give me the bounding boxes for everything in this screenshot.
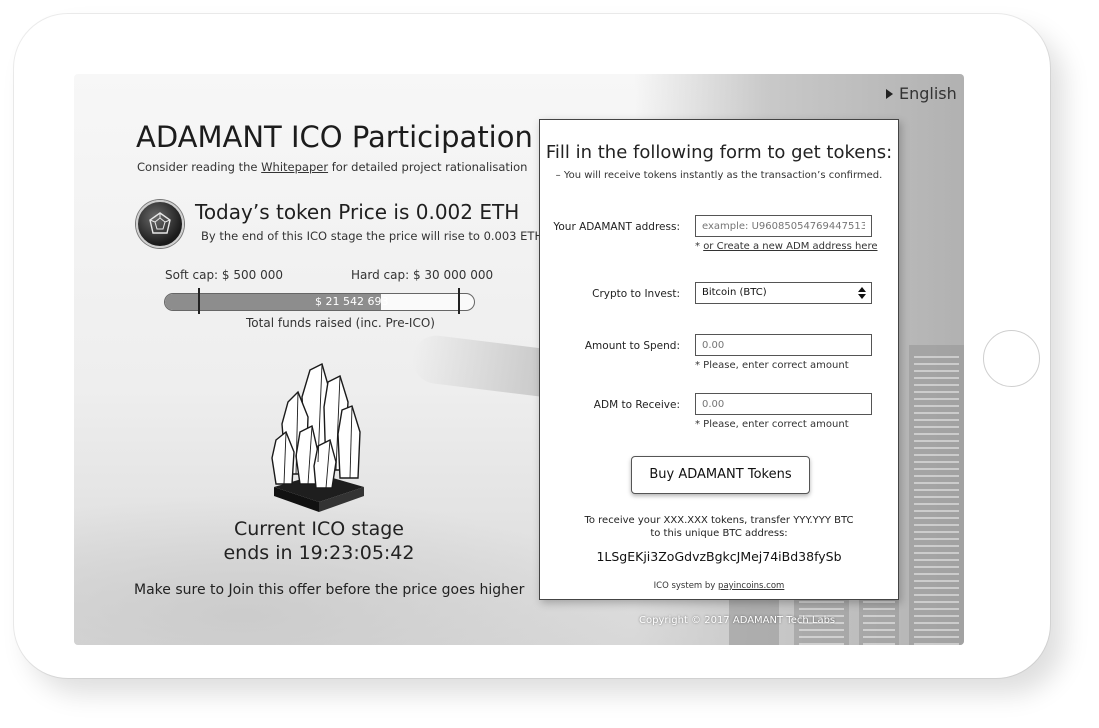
subtitle-text-before: Consider reading the (137, 160, 262, 174)
token-price-note: By the end of this ICO stage the price w… (201, 229, 544, 243)
adm-to-receive-input[interactable] (695, 393, 872, 415)
ico-stage-countdown: ends in 19:23:05:42 (223, 542, 415, 564)
adamant-address-input[interactable] (695, 215, 872, 237)
crypto-to-invest-label: Crypto to Invest: (592, 288, 680, 300)
amount-hint: * Please, enter correct amount (695, 360, 849, 371)
adm-hint: * Please, enter correct amount (695, 419, 849, 430)
select-arrows-icon (858, 287, 866, 299)
transfer-instruction-line-2: to this unique BTC address: (650, 528, 788, 539)
create-address-hint: * or Create a new ADM address here (695, 241, 878, 252)
language-label: English (899, 84, 957, 103)
amount-to-spend-input[interactable] (695, 334, 872, 356)
tablet-frame: English ADAMANT ICO Participation Consid… (14, 14, 1050, 678)
crypto-select[interactable]: Bitcoin (BTC) (695, 282, 872, 304)
hint-asterisk: * (695, 241, 704, 252)
buy-tokens-button[interactable]: Buy ADAMANT Tokens (631, 456, 810, 494)
token-price-title: Today’s token Price is 0.002 ETH (195, 200, 520, 224)
ico-system-credit: ICO system by payincoins.com (540, 581, 898, 591)
funding-progress-bar: $ 21 542 693 (164, 293, 475, 311)
caret-right-icon (886, 88, 893, 99)
funds-raised-label: Total funds raised (inc. Pre-ICO) (246, 316, 435, 330)
amount-to-spend-label: Amount to Spend: (584, 340, 680, 352)
funds-raised-amount: $ 21 542 693 (315, 295, 389, 308)
payincoins-link[interactable]: payincoins.com (718, 581, 784, 591)
crypto-selected-value: Bitcoin (BTC) (702, 287, 767, 298)
adm-to-receive-label: ADM to Receive: (593, 399, 680, 411)
language-selector[interactable]: English (886, 84, 957, 103)
create-adm-address-link[interactable]: or Create a new ADM address here (703, 241, 877, 252)
join-offer-note: Make sure to Join this offer before the … (134, 582, 525, 598)
soft-cap-label: Soft cap: $ 500 000 (165, 268, 283, 282)
btc-address[interactable]: 1LSgEKji3ZoGdvzBgkcJMej74iBd38fySb (540, 549, 898, 564)
transfer-instruction-line-1: To receive your XXX.XXX tokens, transfer… (584, 515, 854, 526)
ico-stage-title: Current ICO stage (233, 518, 404, 540)
page-subtitle: Consider reading the Whitepaper for deta… (137, 160, 527, 174)
token-purchase-form: Fill in the following form to get tokens… (539, 119, 899, 600)
adamant-logo-icon (136, 200, 184, 248)
whitepaper-link[interactable]: Whitepaper (261, 160, 328, 174)
hard-cap-label: Hard cap: $ 30 000 000 (351, 268, 494, 282)
screen: English ADAMANT ICO Participation Consid… (74, 74, 964, 645)
copyright-notice: Copyright © 2017 ADAMANT Tech Labs (639, 615, 836, 626)
home-button[interactable] (983, 330, 1040, 387)
form-subtitle: – You will receive tokens instantly as t… (555, 170, 883, 181)
soft-cap-marker (198, 288, 200, 314)
adamant-address-label: Your ADAMANT address: (553, 221, 680, 233)
subtitle-text-after: for detailed project rationalisation (328, 160, 528, 174)
hard-cap-marker (458, 288, 460, 314)
page-title: ADAMANT ICO Participation (136, 120, 533, 154)
form-title: Fill in the following form to get tokens… (545, 142, 893, 163)
ico-system-text: ICO system by (653, 581, 719, 591)
crystal-illustration-icon (271, 362, 364, 512)
